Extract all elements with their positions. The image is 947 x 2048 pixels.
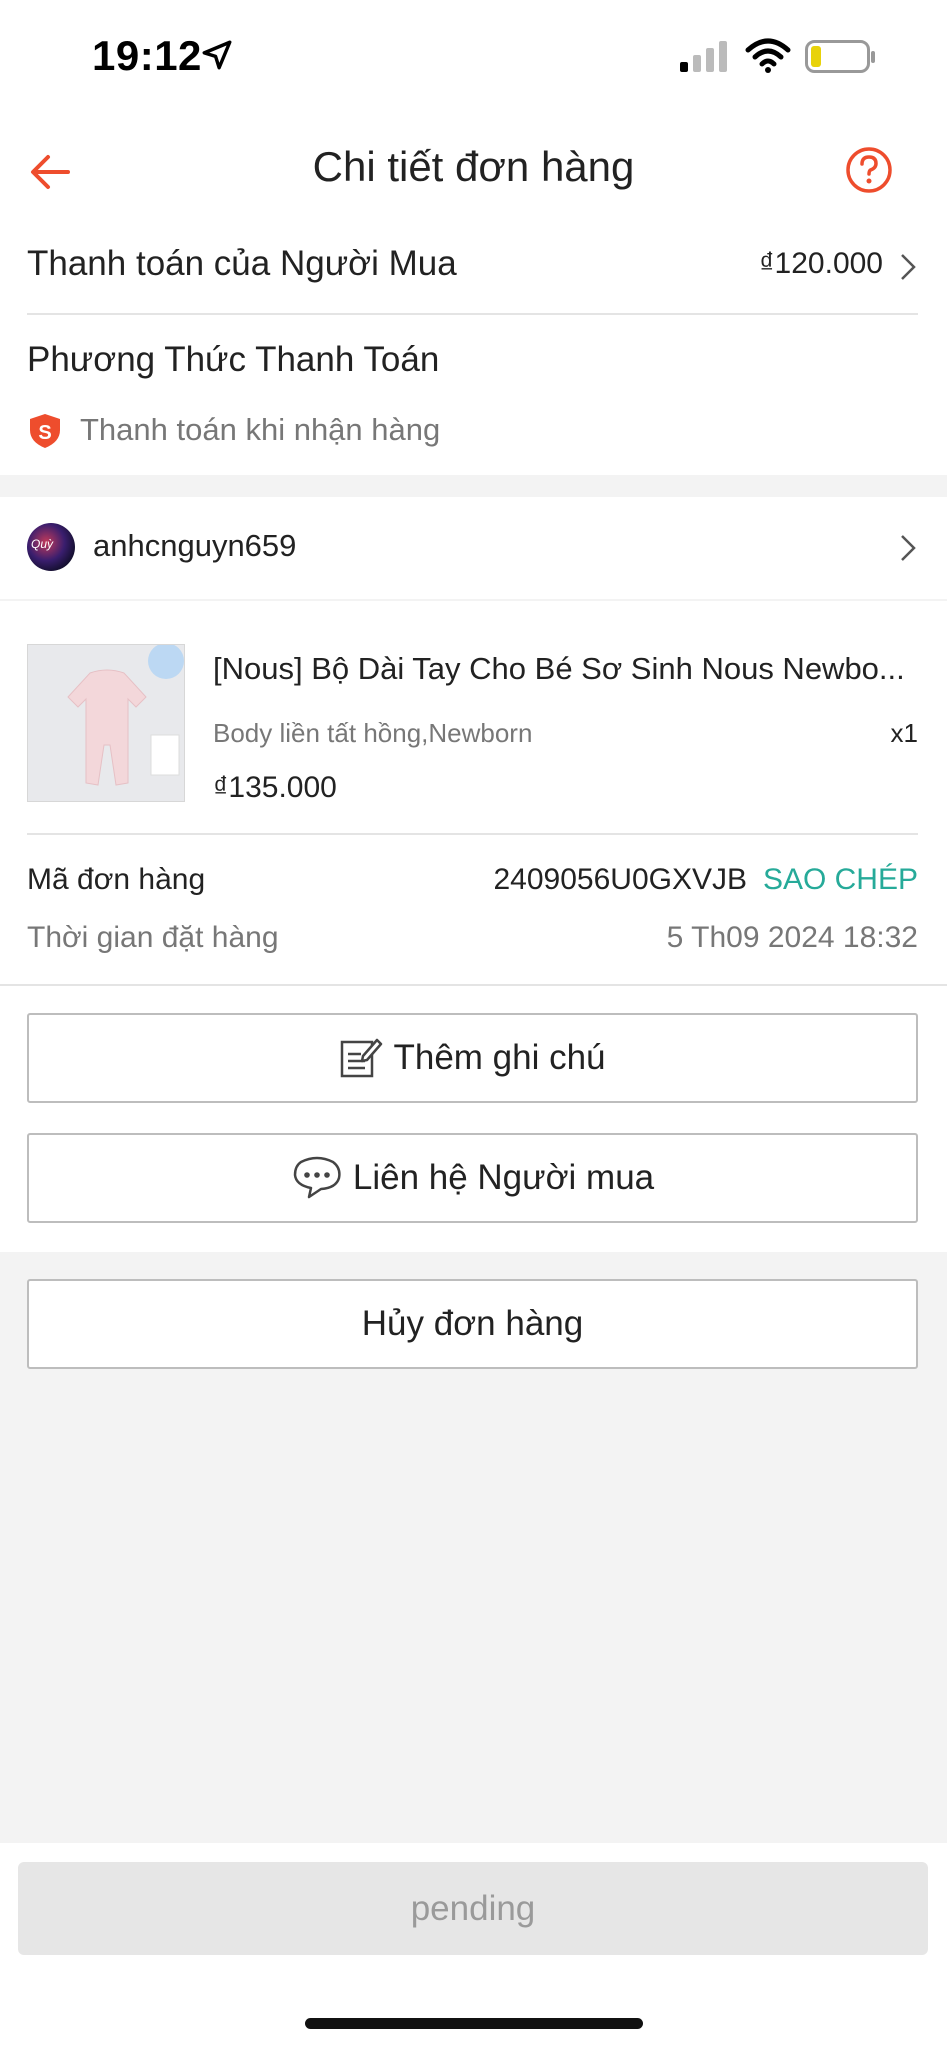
svg-text:S: S — [38, 422, 51, 444]
buyer-payment-label: Thanh toán của Người Mua — [27, 244, 457, 283]
avatar-mark: Quỳ — [31, 537, 54, 551]
payment-method-value: Thanh toán khi nhận hàng — [80, 412, 441, 447]
cancel-order-label: Hủy đơn hàng — [361, 1304, 584, 1343]
contact-buyer-button[interactable]: Liên hệ Người mua — [27, 1133, 918, 1223]
divider — [27, 313, 918, 315]
page-title: Chi tiết đơn hàng — [312, 143, 635, 190]
order-time-label: Thời gian đặt hàng — [27, 921, 279, 954]
payment-method-title: Phương Thức Thanh Toán — [27, 340, 440, 379]
status-bar: 19:12 — [0, 0, 947, 115]
add-note-button[interactable]: Thêm ghi chú — [27, 1013, 918, 1103]
buyer-row[interactable]: Quỳ anhcnguyn659 — [0, 497, 947, 599]
cellular-signal-icon — [680, 41, 727, 72]
copy-button[interactable]: SAO CHÉP — [763, 863, 918, 897]
chat-bubble-icon — [293, 1156, 341, 1199]
order-section: [Nous] Bộ Dài Tay Cho Bé Sơ Sinh Nous Ne… — [0, 601, 947, 984]
pending-label: pending — [410, 1888, 536, 1928]
order-code-value: 2409056U0GXVJB — [493, 863, 747, 896]
pending-button[interactable]: pending — [18, 1862, 928, 1955]
product-quantity: x1 — [890, 718, 918, 748]
product-variant: Body liền tất hồng,Newborn — [213, 718, 533, 748]
avatar: Quỳ — [27, 523, 75, 571]
divider — [27, 833, 918, 835]
note-edit-icon — [341, 1038, 383, 1078]
status-time: 19:12 — [92, 32, 202, 79]
order-time-value: 5 Th09 2024 18:32 — [666, 921, 918, 954]
cancel-order-button[interactable]: Hủy đơn hàng — [27, 1279, 918, 1369]
home-indicator — [305, 2018, 643, 2029]
battery-icon — [805, 40, 875, 73]
buyer-payment-row[interactable]: Thanh toán của Người Mua ₫120.000 — [0, 227, 947, 313]
shield-icon: S — [30, 414, 60, 448]
chevron-right-icon — [901, 535, 916, 561]
add-note-label: Thêm ghi chú — [393, 1038, 606, 1077]
buyer-username: anhcnguyn659 — [93, 528, 297, 563]
contact-buyer-label: Liên hệ Người mua — [352, 1158, 655, 1197]
nav-header: Chi tiết đơn hàng — [0, 115, 947, 227]
product-thumbnail[interactable] — [27, 644, 185, 802]
product-image — [67, 645, 184, 786]
order-code-label: Mã đơn hàng — [27, 863, 206, 896]
chevron-right-icon — [901, 254, 916, 280]
product-name: [Nous] Bộ Dài Tay Cho Bé Sơ Sinh Nous Ne… — [213, 651, 905, 686]
buyer-payment-amount: ₫120.000 — [759, 247, 883, 280]
product-price: ₫135.000 — [213, 771, 337, 804]
actions-section: Thêm ghi chú Liên hệ Người mua — [0, 986, 947, 1252]
location-arrow-icon — [202, 40, 232, 70]
question-circle-icon[interactable] — [845, 146, 893, 194]
payment-section: Thanh toán của Người Mua ₫120.000 Phương… — [0, 227, 947, 475]
wifi-icon — [745, 38, 791, 73]
